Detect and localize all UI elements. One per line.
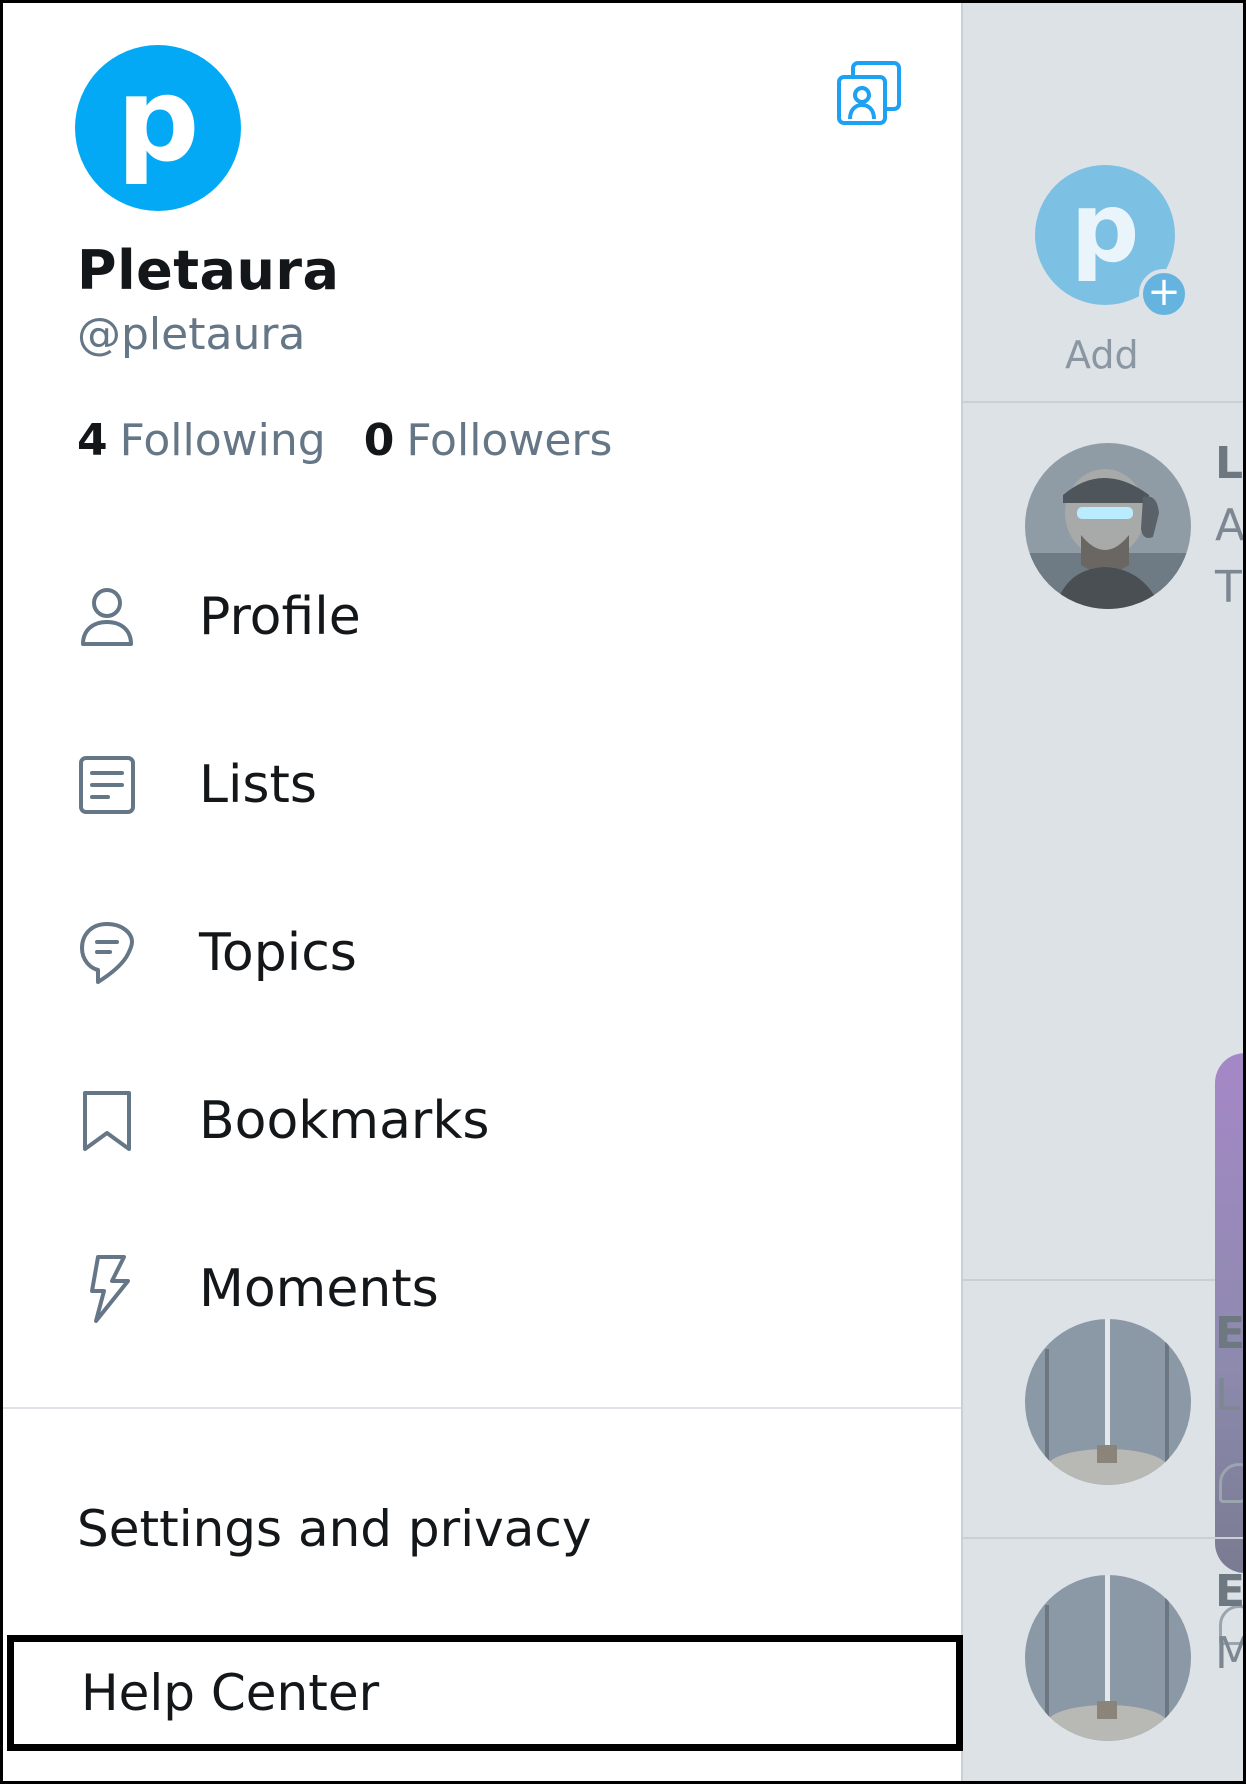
tweet-line: M — [1215, 1628, 1243, 1679]
fleets-row: p + Add — [963, 3, 1243, 403]
menu-item-label: Topics — [199, 923, 357, 983]
menu-item-label: Lists — [199, 755, 317, 815]
tweet-avatar — [1025, 443, 1191, 609]
user-handle: @pletaura — [77, 309, 306, 360]
menu-item-label: Bookmarks — [199, 1091, 490, 1151]
tweet-item: E L — [963, 1283, 1246, 1539]
menu-item-topics[interactable]: Topics — [3, 869, 961, 1037]
tweet-line: A — [1215, 500, 1246, 551]
tweet-author: E — [1215, 1308, 1246, 1359]
timeline-background: p + Add L A T E L E — [963, 3, 1246, 1781]
tweet-author: L — [1215, 438, 1244, 489]
drawer-menu: Profile Lists Topics Bookmarks Moments — [3, 533, 961, 1373]
help-center-label: Help Center — [81, 1664, 380, 1722]
lightning-icon — [75, 1254, 139, 1324]
avatar[interactable]: p — [75, 45, 241, 211]
menu-item-label: Moments — [199, 1259, 439, 1319]
tweet-line: L — [1215, 1370, 1240, 1421]
settings-and-privacy-item[interactable]: Settings and privacy — [3, 1463, 961, 1595]
tweet-author: E — [1215, 1566, 1246, 1617]
avatar-letter: p — [116, 53, 200, 188]
display-name[interactable]: Pletaura — [77, 239, 339, 302]
navigation-drawer: p Pletaura @pletaura 4 Following 0 Followe… — [3, 3, 963, 1781]
tweet-avatar — [1025, 1575, 1191, 1741]
tweet-text: L A T — [1215, 433, 1246, 619]
screen: p Pletaura @pletaura 4 Following 0 Followe… — [0, 0, 1246, 1784]
menu-item-label: Profile — [199, 587, 361, 647]
bookmark-icon — [75, 1086, 139, 1156]
fleet-avatar-letter: p — [1070, 172, 1140, 284]
divider — [3, 1407, 961, 1409]
tweet-avatar — [1025, 1319, 1191, 1485]
add-fleet-label: Add — [1065, 333, 1139, 377]
help-center-item[interactable]: Help Center — [7, 1635, 963, 1751]
following-count: 4 — [77, 415, 108, 466]
menu-item-profile[interactable]: Profile — [3, 533, 961, 701]
followers-label: Followers — [406, 415, 613, 466]
following-link[interactable]: 4 Following — [77, 415, 326, 466]
followers-count: 0 — [363, 415, 395, 466]
following-label: Following — [119, 415, 326, 466]
menu-item-moments[interactable]: Moments — [3, 1205, 961, 1373]
follow-stats: 4 Following 0 Followers — [77, 415, 612, 466]
add-fleet-icon: + — [1139, 269, 1189, 319]
menu-item-bookmarks[interactable]: Bookmarks — [3, 1037, 961, 1205]
tweet-line: T — [1215, 562, 1242, 613]
tweet-item: E M — [963, 1541, 1246, 1781]
tweet-item: L A T — [963, 405, 1246, 1645]
followers-link[interactable]: 0 Followers — [364, 415, 613, 466]
menu-item-lists[interactable]: Lists — [3, 701, 961, 869]
reply-icon — [1219, 1463, 1243, 1503]
topics-icon — [75, 918, 139, 988]
tweet-text: E L — [1215, 1303, 1246, 1427]
switch-accounts-icon[interactable] — [835, 59, 905, 129]
person-icon — [75, 582, 139, 652]
list-icon — [75, 750, 139, 820]
settings-label: Settings and privacy — [77, 1500, 592, 1558]
tweet-text: E M — [1215, 1561, 1246, 1685]
